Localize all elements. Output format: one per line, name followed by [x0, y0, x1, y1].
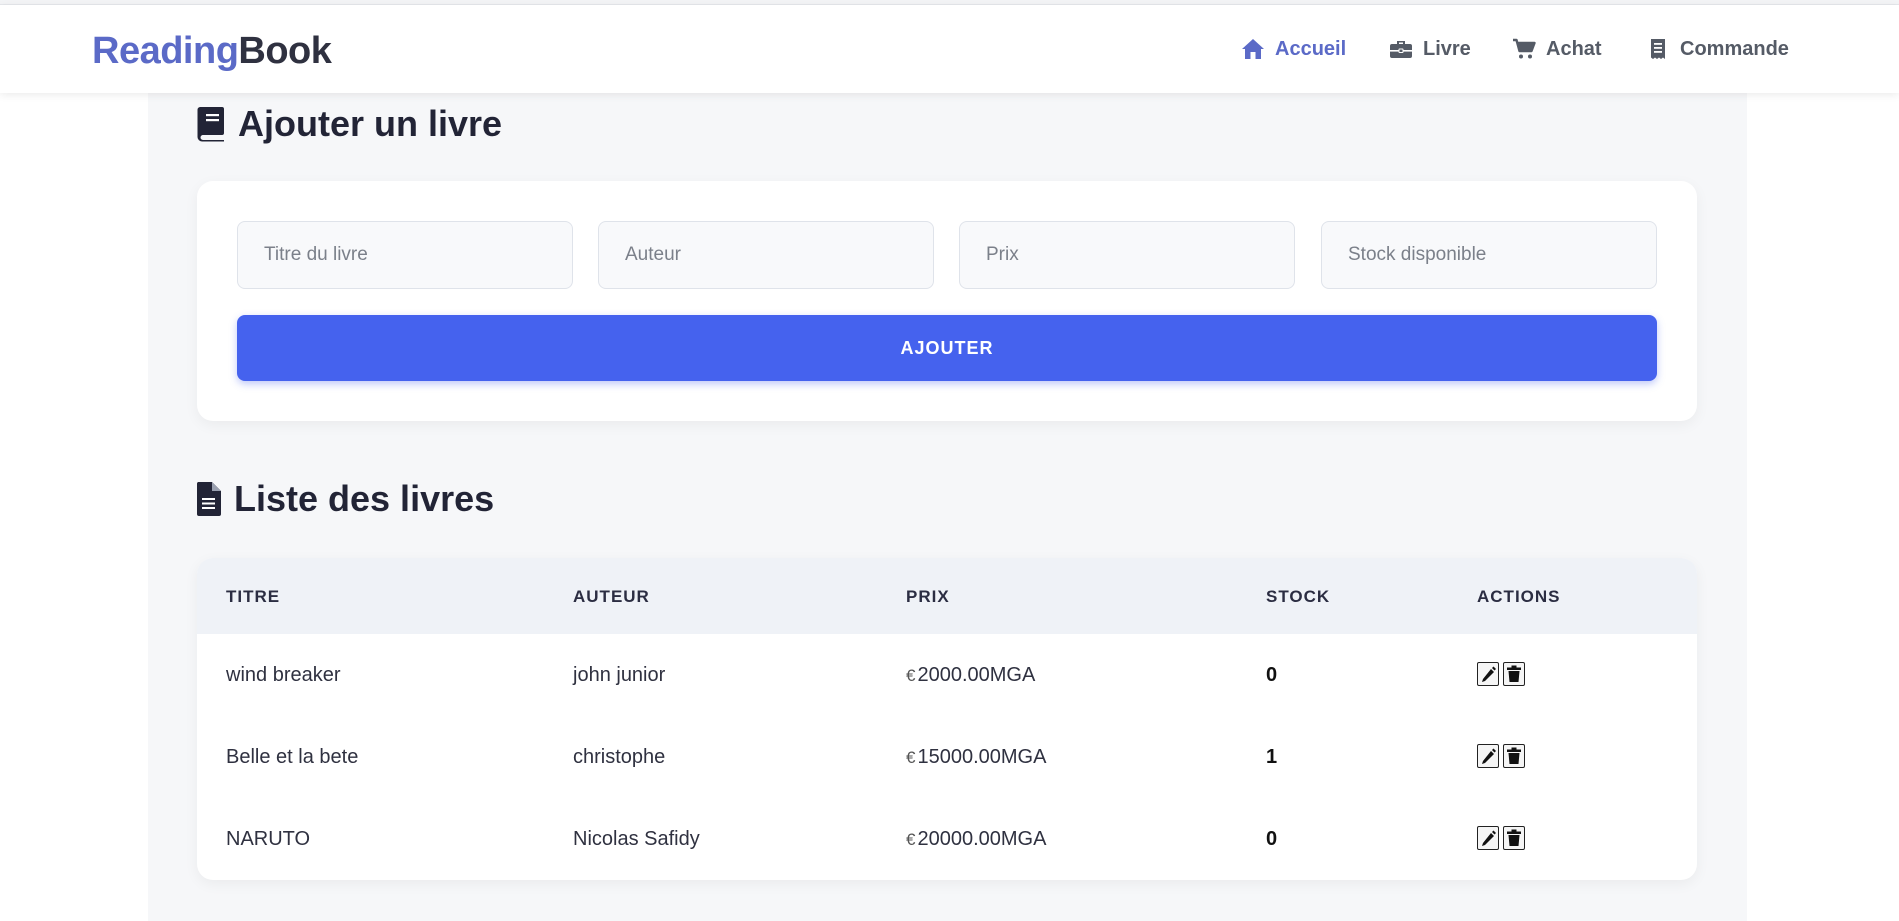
column-header-titre: TITRE	[226, 587, 281, 606]
brand-part-book: Book	[238, 30, 332, 72]
cell-titre: wind breaker	[226, 664, 341, 686]
cell-titre: NARUTO	[226, 828, 311, 850]
add-book-title: Ajouter un livre	[238, 103, 503, 144]
book-list-title: Liste des livres	[234, 478, 495, 519]
nav-list-2: Livre	[1389, 5, 1471, 93]
delete-button[interactable]	[1503, 826, 1525, 850]
price-value: 15000.00MGA	[917, 746, 1047, 768]
cell-auteur: Nicolas Safidy	[573, 828, 700, 850]
add-book-button[interactable]: AJOUTER	[237, 315, 1657, 381]
delete-button[interactable]	[1503, 744, 1525, 768]
row-actions	[1477, 744, 1525, 768]
title-input[interactable]	[237, 221, 573, 289]
column-header-prix: PRIX	[906, 587, 950, 606]
file-icon	[196, 482, 221, 516]
trash-icon	[1507, 747, 1521, 764]
cell-prix: €2000.00MGA	[906, 664, 1035, 687]
author-input[interactable]	[598, 221, 934, 289]
nav-item-commande[interactable]: Commande	[1646, 38, 1789, 61]
add-book-heading: Ajouter un livre	[196, 103, 502, 145]
nav-list-4: Commande	[1646, 5, 1789, 93]
delete-button[interactable]	[1503, 662, 1525, 686]
column-header-stock: STOCK	[1266, 587, 1331, 606]
nav-list-3: Achat	[1512, 5, 1602, 93]
cell-stock: 0	[1266, 664, 1278, 686]
navbar: ReadingBook Accueil Livre Achat Commande	[0, 5, 1899, 93]
stock-input[interactable]	[1321, 221, 1657, 289]
briefcase-icon	[1390, 41, 1412, 58]
trash-icon	[1507, 665, 1521, 682]
nav-list: Accueil	[1241, 5, 1346, 93]
home-icon	[1242, 39, 1264, 59]
edit-icon	[1482, 748, 1496, 764]
table-row: Belle et la bete christophe €15000.00MGA…	[197, 716, 1697, 798]
nav-item-accueil[interactable]: Accueil	[1241, 38, 1346, 61]
cell-auteur: christophe	[573, 746, 666, 768]
trash-icon	[1507, 829, 1521, 846]
book-icon	[197, 107, 224, 142]
edit-button[interactable]	[1477, 662, 1499, 686]
cell-titre: Belle et la bete	[226, 746, 359, 768]
column-header-auteur: AUTEUR	[573, 587, 650, 606]
edit-icon	[1482, 830, 1496, 846]
books-table: TITRE AUTEUR PRIX STOCK ACTIONS wind bre…	[197, 558, 1697, 880]
cell-stock: 1	[1266, 746, 1278, 768]
brand-logo[interactable]: ReadingBook	[92, 30, 332, 73]
cell-prix: €15000.00MGA	[906, 746, 1046, 769]
cell-auteur: john junior	[573, 664, 666, 686]
row-actions	[1477, 662, 1525, 686]
cell-stock: 0	[1266, 828, 1278, 850]
euro-icon: €	[906, 666, 916, 685]
column-header-actions: ACTIONS	[1477, 587, 1561, 606]
cart-icon	[1513, 38, 1536, 59]
table-header: TITRE AUTEUR PRIX STOCK ACTIONS	[197, 558, 1697, 634]
euro-icon: €	[906, 748, 916, 767]
edit-icon	[1482, 666, 1496, 682]
brand-part-reading: Reading	[92, 30, 239, 72]
table-row: wind breaker john junior €2000.00MGA 0	[197, 634, 1697, 716]
edit-button[interactable]	[1477, 826, 1499, 850]
price-value: 20000.00MGA	[917, 828, 1047, 850]
main-content: Ajouter un livre AJOUTER Liste des livre…	[148, 93, 1747, 921]
price-input[interactable]	[959, 221, 1295, 289]
price-value: 2000.00MGA	[917, 664, 1036, 686]
euro-icon: €	[906, 830, 916, 849]
nav-label-livre: Livre	[1423, 37, 1471, 60]
nav-label-accueil: Accueil	[1275, 37, 1347, 60]
nav-item-livre[interactable]: Livre	[1389, 38, 1471, 61]
nav-label-achat: Achat	[1546, 37, 1602, 60]
table-row: NARUTO Nicolas Safidy €20000.00MGA 0	[197, 798, 1697, 880]
add-book-form: AJOUTER	[197, 181, 1697, 421]
row-actions	[1477, 826, 1525, 850]
receipt-icon	[1651, 39, 1665, 59]
cell-prix: €20000.00MGA	[906, 828, 1046, 851]
nav-label-commande: Commande	[1680, 37, 1789, 60]
edit-button[interactable]	[1477, 744, 1499, 768]
book-list-heading: Liste des livres	[196, 478, 494, 520]
nav-item-achat[interactable]: Achat	[1512, 38, 1602, 61]
